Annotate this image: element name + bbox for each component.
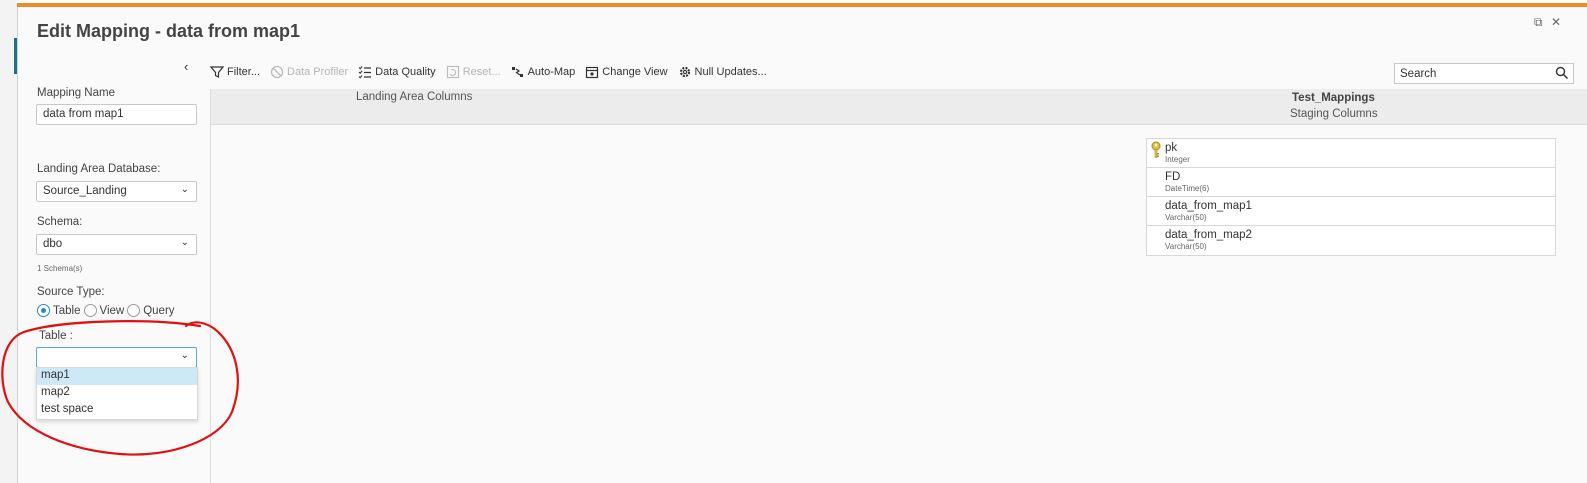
staging-column-row[interactable]: data_from_map2 Varchar(50) xyxy=(1147,226,1555,255)
search-icon[interactable] xyxy=(1555,66,1569,80)
landing-db-value: Source_Landing xyxy=(43,185,127,197)
source-type-radio-group: Table View Query xyxy=(37,304,178,317)
data-quality-label: Data Quality xyxy=(375,66,436,78)
chevron-down-icon: ⌄ xyxy=(180,184,189,195)
schema-select[interactable]: dbo ⌄ xyxy=(36,234,197,255)
columns-header: Landing Area Columns Test_Mappings Stagi… xyxy=(211,89,1587,125)
data-profiler-button[interactable]: Data Profiler xyxy=(270,65,348,79)
search-input[interactable] xyxy=(1394,63,1574,84)
toolbar: Filter... Data Profiler Data Quality Res… xyxy=(210,63,777,81)
reset-label: Reset... xyxy=(462,66,501,78)
radio-query-label: Query xyxy=(143,304,175,317)
auto-map-button[interactable]: Auto-Map xyxy=(511,65,576,79)
null-updates-label: Null Updates... xyxy=(694,66,767,78)
mapping-name-input[interactable]: data from map1 xyxy=(36,104,197,125)
primary-key-icon xyxy=(1151,141,1161,158)
filter-label: Filter... xyxy=(227,66,261,78)
dropdown-option-map1[interactable]: map1 xyxy=(37,368,197,385)
radio-button[interactable] xyxy=(83,304,97,317)
auto-map-label: Auto-Map xyxy=(527,66,576,78)
radio-view[interactable]: View xyxy=(83,304,125,317)
change-view-button[interactable]: Change View xyxy=(585,65,668,79)
radio-table[interactable]: Table xyxy=(37,304,81,317)
prohibited-icon xyxy=(270,65,284,79)
mapping-main-area: Filter... Data Profiler Data Quality Res… xyxy=(210,57,1587,483)
radio-table-label: Table xyxy=(53,304,81,317)
column-type: Varchar(50) xyxy=(1165,213,1207,222)
mapping-sidebar: ‹ Mapping Name data from map1 Landing Ar… xyxy=(18,57,211,483)
mapping-name-label: Mapping Name xyxy=(37,87,115,99)
column-name: data_from_map2 xyxy=(1165,229,1252,241)
auto-map-icon xyxy=(511,67,523,77)
radio-button-checked[interactable] xyxy=(37,304,50,317)
dropdown-option-map2[interactable]: map2 xyxy=(37,385,197,402)
background-window-strip xyxy=(0,0,18,483)
collapse-sidebar-icon[interactable]: ‹ xyxy=(184,59,188,74)
change-view-icon xyxy=(586,66,599,79)
table-label: Table : xyxy=(39,330,73,342)
chevron-down-icon: ⌄ xyxy=(180,350,189,361)
column-name: pk xyxy=(1165,142,1178,154)
table-select[interactable]: ⌄ xyxy=(36,347,197,368)
edit-mapping-dialog: Edit Mapping - data from map1 ⧉ ✕ ‹ Mapp… xyxy=(17,7,1587,483)
data-profiler-label: Data Profiler xyxy=(287,66,349,78)
staging-column-row[interactable]: data_from_map1 Varchar(50) xyxy=(1147,197,1555,226)
data-quality-button[interactable]: Data Quality xyxy=(358,65,436,79)
table-dropdown-list: map1 map2 test space xyxy=(36,367,198,420)
dropdown-option-test-space[interactable]: test space xyxy=(37,402,197,419)
schema-label: Schema: xyxy=(37,216,83,228)
schema-count: 1 Schema(s) xyxy=(37,264,83,273)
column-name: data_from_map1 xyxy=(1165,200,1252,212)
staging-column-row[interactable]: pk Integer xyxy=(1147,139,1555,168)
staging-columns-table: pk Integer FD DateTime(6) data_from_map1… xyxy=(1146,138,1556,256)
dialog-title: Edit Mapping - data from map1 xyxy=(37,21,301,41)
reset-button[interactable]: Reset... xyxy=(446,65,501,79)
schema-value: dbo xyxy=(43,238,63,250)
filter-button[interactable]: Filter... xyxy=(210,65,260,79)
staging-column-row[interactable]: FD DateTime(6) xyxy=(1147,168,1555,197)
landing-db-select[interactable]: Source_Landing ⌄ xyxy=(36,181,197,202)
reset-icon xyxy=(446,65,459,79)
change-view-label: Change View xyxy=(602,66,668,78)
column-type: Varchar(50) xyxy=(1165,242,1207,251)
column-name: FD xyxy=(1165,171,1181,183)
column-type: DateTime(6) xyxy=(1165,184,1210,193)
checklist-icon xyxy=(358,66,372,79)
staging-table-name: Test_Mappings xyxy=(1292,92,1375,104)
radio-query[interactable]: Query xyxy=(127,304,175,317)
landing-columns-header: Landing Area Columns xyxy=(356,91,473,103)
staging-columns-header: Staging Columns xyxy=(1290,108,1378,120)
gear-icon xyxy=(679,66,690,78)
radio-button[interactable] xyxy=(127,304,141,317)
filter-icon xyxy=(210,66,224,78)
mapping-name-value: data from map1 xyxy=(43,108,124,120)
chevron-down-icon: ⌄ xyxy=(180,237,189,248)
column-type: Integer xyxy=(1165,155,1190,164)
landing-db-label: Landing Area Database: xyxy=(37,163,161,175)
restore-icon[interactable]: ⧉ xyxy=(1534,15,1543,30)
radio-view-label: View xyxy=(99,304,125,317)
null-updates-button[interactable]: Null Updates... xyxy=(678,65,767,79)
source-type-label: Source Type: xyxy=(37,286,105,298)
close-icon[interactable]: ✕ xyxy=(1551,15,1561,29)
